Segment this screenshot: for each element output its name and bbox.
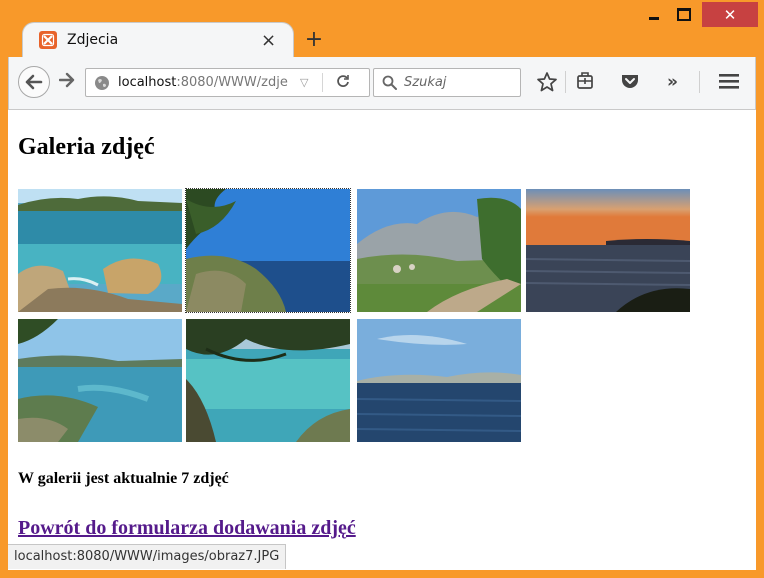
url-host: localhost: [118, 75, 177, 90]
new-tab-button[interactable]: +: [302, 26, 326, 52]
toolbar-divider-2: [699, 71, 700, 93]
back-to-form-link[interactable]: Powrót do formularza dodawania zdjęć: [18, 517, 356, 540]
search-placeholder: Szukaj: [404, 75, 447, 90]
pocket-icon[interactable]: [620, 71, 640, 95]
minimize-icon: [649, 16, 659, 20]
url-path: :8080/WWW/zdje: [176, 75, 288, 90]
photo-pine-lagoon: [186, 319, 350, 442]
address-bar[interactable]: localhost:8080/WWW/zdje ▽: [85, 68, 370, 97]
back-arrow-icon: [25, 74, 43, 90]
page-content: Galeria zdjęć W galerii jest aktualnie 7…: [8, 109, 756, 570]
close-icon: ✕: [723, 5, 737, 24]
status-bar-url: localhost:8080/WWW/images/obraz7.JPG: [8, 544, 287, 569]
maximize-icon: [677, 7, 691, 21]
overflow-chevron-icon[interactable]: »: [667, 72, 678, 92]
photo-pine-sea: [186, 189, 350, 312]
hamburger-menu-icon[interactable]: [719, 73, 739, 93]
search-bar[interactable]: Szukaj: [373, 68, 521, 97]
gallery-thumbnail-4[interactable]: [526, 189, 690, 312]
search-icon: [382, 75, 397, 94]
gallery-thumbnail-6[interactable]: [186, 319, 350, 442]
close-window-button[interactable]: ✕: [702, 2, 758, 27]
gallery-thumbnail-1[interactable]: [18, 189, 182, 312]
reload-icon[interactable]: [336, 74, 350, 92]
photo-sunset-sea: [526, 189, 690, 312]
history-dropdown-icon[interactable]: ▽: [300, 76, 308, 89]
xampp-favicon-icon: [39, 31, 57, 49]
toolbar-divider: [565, 71, 566, 93]
photo-coast-rocks: [18, 189, 182, 312]
browser-window: ✕ Zdjecia × + localhost:8080/WWW/zdje ▽ …: [0, 0, 764, 578]
gallery-thumbnail-3[interactable]: [357, 189, 521, 312]
gallery-count-text: W galerii jest aktualnie 7 zdjęć: [18, 470, 229, 487]
minimize-button[interactable]: [640, 0, 668, 28]
globe-icon: [94, 75, 110, 95]
maximize-button[interactable]: [668, 0, 700, 28]
photo-open-sea: [357, 319, 521, 442]
url-divider: [322, 73, 323, 92]
photo-bay-hills: [18, 319, 182, 442]
tab-title: Zdjecia: [67, 32, 119, 48]
gallery-thumbnail-5[interactable]: [18, 319, 182, 442]
navigation-toolbar: localhost:8080/WWW/zdje ▽ Szukaj »: [8, 57, 756, 109]
gallery-thumbnail-2[interactable]: [185, 188, 351, 313]
gallery-thumbnail-7[interactable]: [357, 319, 521, 442]
bookmark-star-icon[interactable]: [536, 71, 558, 97]
bookmarks-menu-icon[interactable]: [575, 71, 595, 95]
tab-close-icon[interactable]: ×: [261, 30, 276, 51]
page-title: Galeria zdjęć: [18, 134, 155, 160]
url-text[interactable]: localhost:8080/WWW/zdje: [118, 75, 298, 90]
tab-zdjecia[interactable]: Zdjecia ×: [22, 22, 294, 62]
back-button[interactable]: [18, 66, 50, 98]
forward-button[interactable]: [58, 72, 75, 92]
forward-arrow-icon: [58, 72, 75, 88]
photo-mountain-path: [357, 189, 521, 312]
